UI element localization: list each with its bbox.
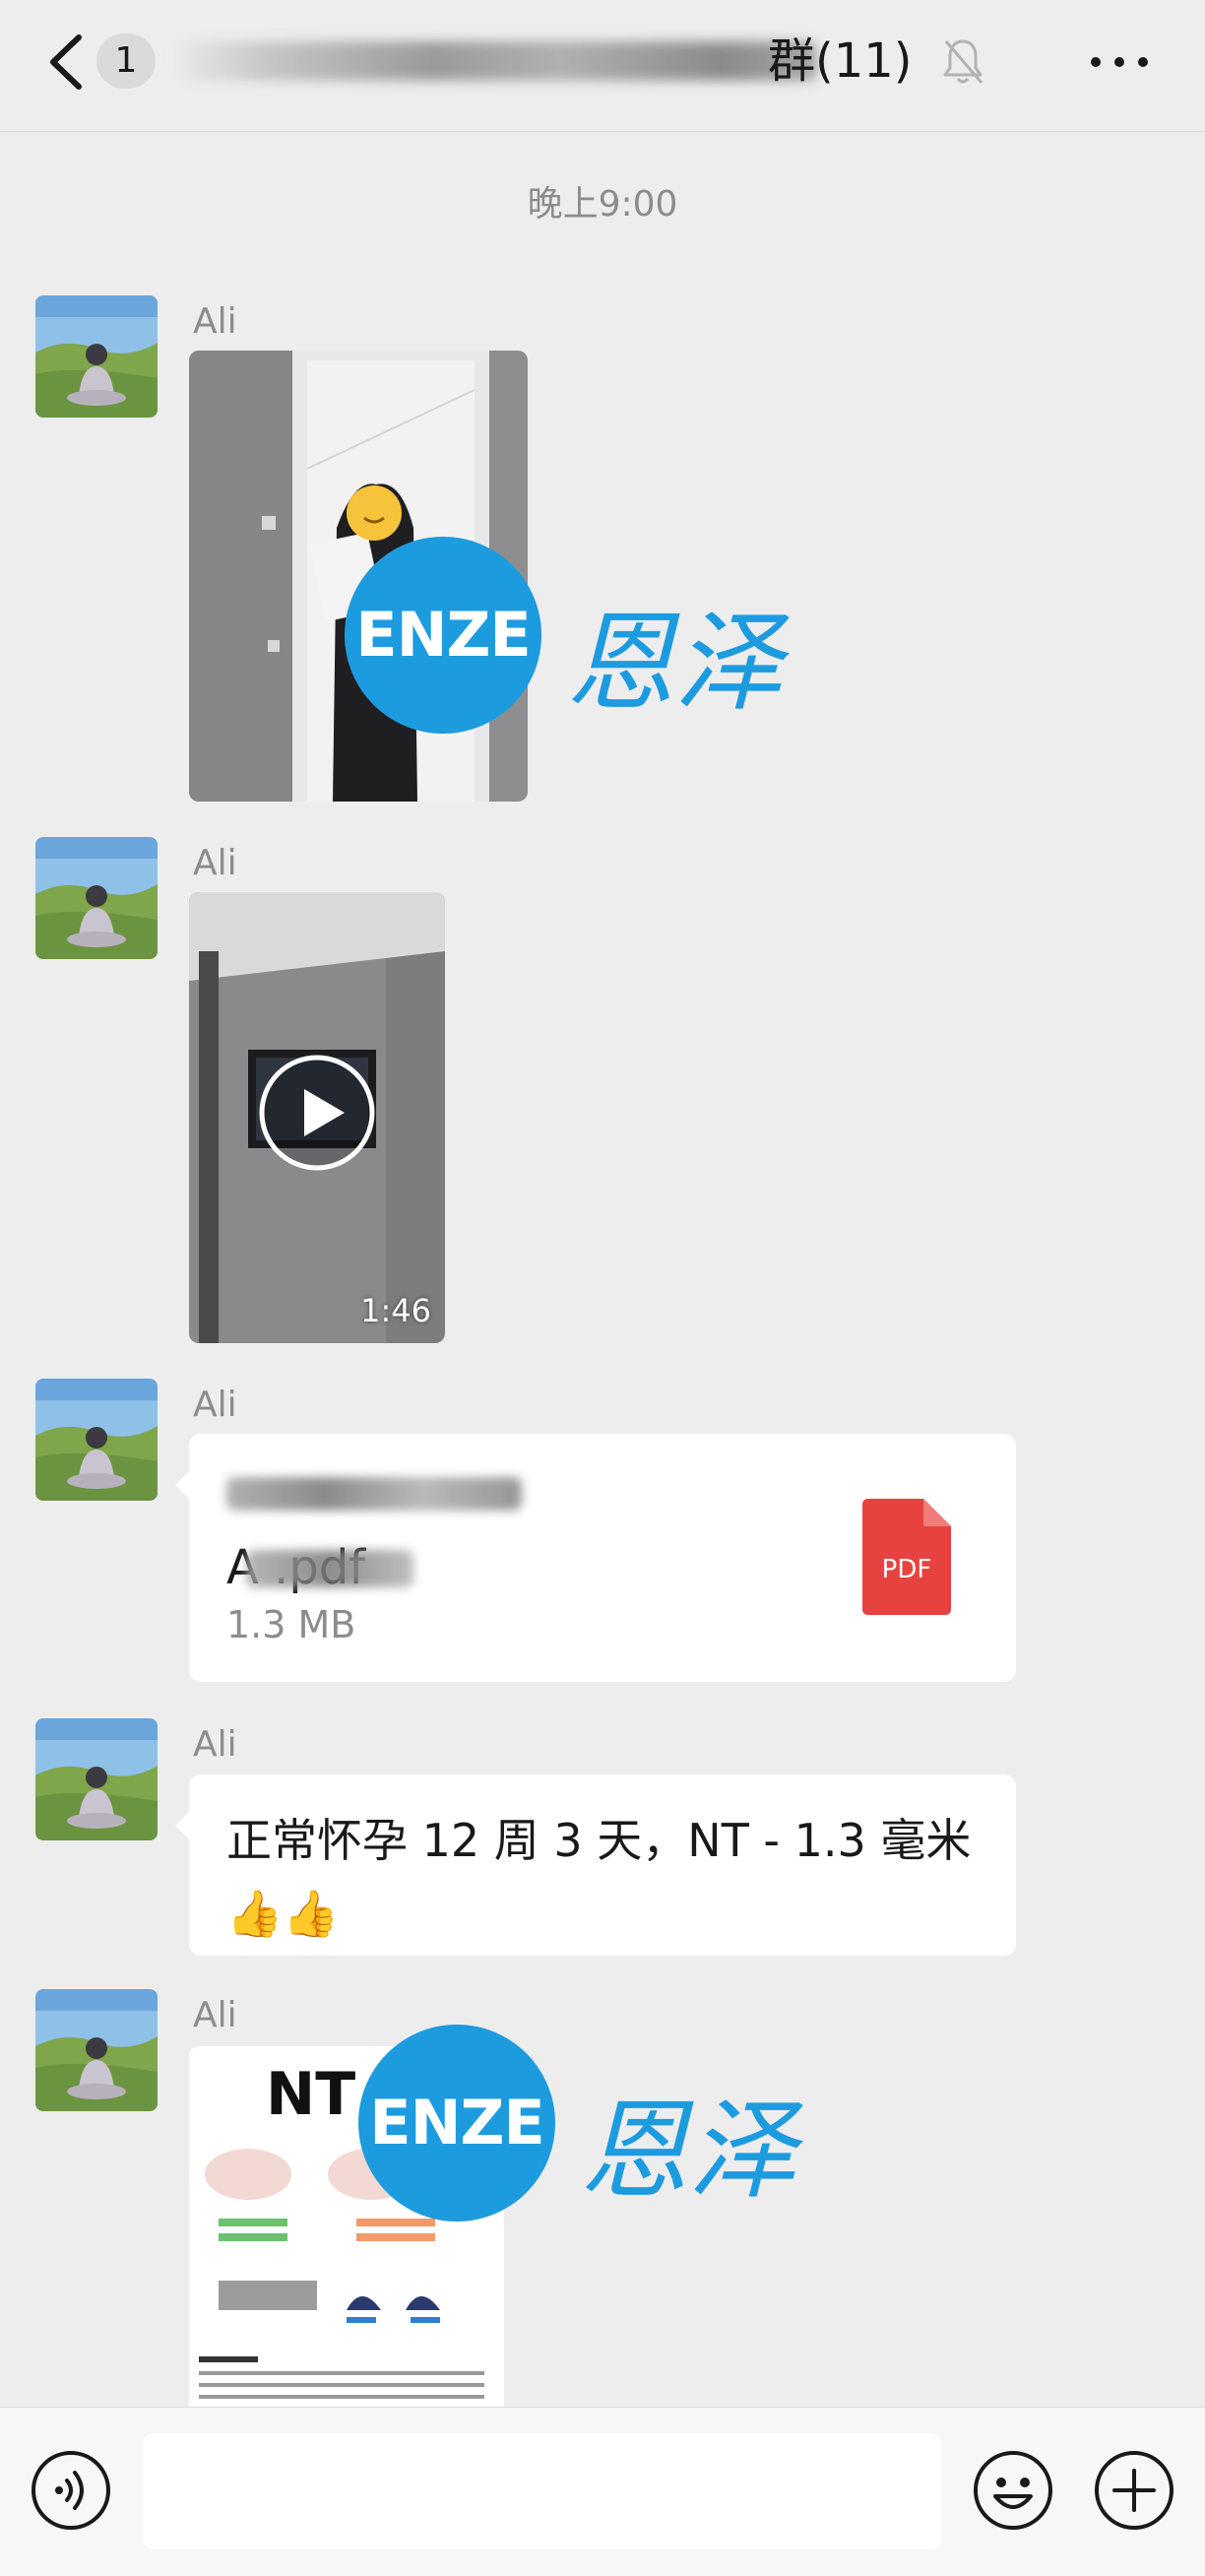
back-chevron-icon[interactable] xyxy=(39,28,98,97)
chat-title[interactable]: 群(11) xyxy=(177,22,925,100)
text-message[interactable]: 正常怀孕 12 周 3 天，NT - 1.3 毫米 👍👍 xyxy=(175,1774,1016,1956)
more-horizontal-icon[interactable] xyxy=(1088,47,1151,77)
chat-title-text: 群(11) xyxy=(768,33,913,89)
avatar-image xyxy=(35,295,158,418)
infographic-title: NT xyxy=(266,2060,356,2129)
file-name-redacted xyxy=(226,1477,522,1511)
sender-avatar[interactable] xyxy=(35,1718,158,1840)
unread-count-badge[interactable]: 1 xyxy=(96,33,156,89)
pdf-label: PDF xyxy=(882,1555,932,1584)
avatar-image xyxy=(35,1718,158,1840)
play-icon[interactable] xyxy=(258,1054,376,1172)
bell-off-icon xyxy=(943,39,983,84)
pdf-file-icon: PDF xyxy=(862,1499,951,1615)
message-timestamp: 晚上9:00 xyxy=(527,184,678,225)
sender-name: Ali xyxy=(193,1385,237,1425)
sender-name: Ali xyxy=(193,1724,237,1765)
voice-icon[interactable] xyxy=(30,2449,112,2532)
avatar-image xyxy=(35,1379,158,1501)
watermark-enze: ENZE xyxy=(358,2025,555,2222)
chat-input-bar xyxy=(0,2407,1205,2576)
sender-avatar[interactable] xyxy=(35,295,158,418)
file-message[interactable]: A .pdf 1.3 MB PDF xyxy=(175,1434,1016,1682)
file-size: 1.3 MB xyxy=(226,1603,356,1646)
sender-name: Ali xyxy=(193,843,237,883)
sender-avatar[interactable] xyxy=(35,1379,158,1501)
chat-header: 1 群(11) xyxy=(0,0,1205,132)
video-message[interactable]: 1:46 xyxy=(189,892,445,1343)
watermark-enze: ENZE xyxy=(345,537,541,734)
avatar-image xyxy=(35,1989,158,2111)
sender-avatar[interactable] xyxy=(35,837,158,959)
sender-name: Ali xyxy=(193,301,237,342)
file-name-redacted xyxy=(246,1550,413,1587)
watermark-chinese: 恩泽 xyxy=(580,2088,796,2214)
video-duration: 1:46 xyxy=(360,1292,431,1329)
message-input[interactable] xyxy=(144,2433,941,2549)
avatar-image xyxy=(35,837,158,959)
sender-name: Ali xyxy=(193,1995,237,2035)
message-text: 正常怀孕 12 周 3 天，NT - 1.3 毫米 👍👍 xyxy=(226,1814,972,1940)
watermark-chinese: 恩泽 xyxy=(566,600,783,726)
sender-avatar[interactable] xyxy=(35,1989,158,2111)
title-redacted-blur xyxy=(177,41,817,81)
emoji-icon[interactable] xyxy=(972,2449,1054,2532)
plus-circle-icon[interactable] xyxy=(1093,2449,1175,2532)
